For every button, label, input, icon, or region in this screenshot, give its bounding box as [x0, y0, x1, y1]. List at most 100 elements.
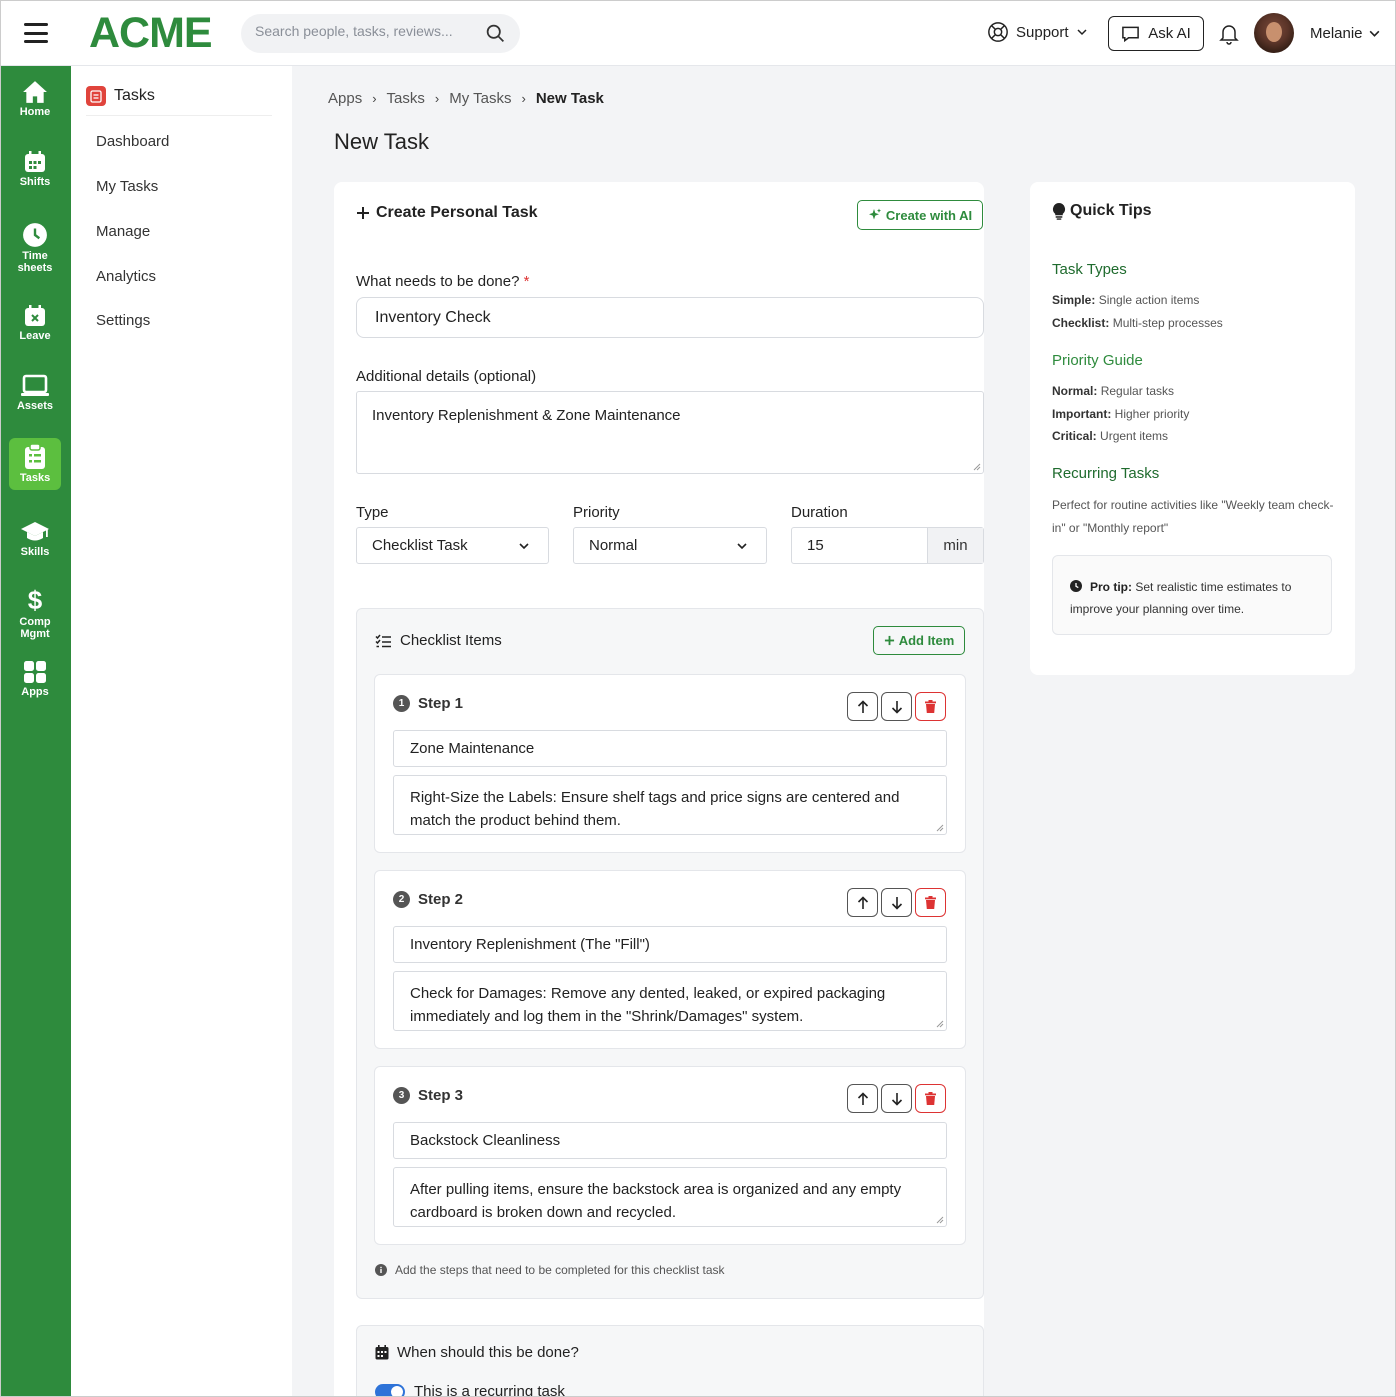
move-down-button[interactable] [881, 1084, 912, 1113]
resize-grip-icon[interactable] [973, 463, 981, 471]
subnav-item-analytics[interactable]: Analytics [96, 268, 156, 285]
rail-item-home[interactable]: Home [9, 80, 61, 118]
avatar[interactable] [1254, 13, 1294, 53]
search-box [241, 14, 520, 53]
rail-item-assets[interactable]: Assets [9, 374, 61, 412]
title-label: What needs to be done? * [356, 273, 529, 290]
arrow-up-icon [857, 699, 868, 713]
rail-item-skills[interactable]: Skills [9, 520, 61, 558]
user-menu[interactable]: Melanie [1310, 25, 1381, 42]
checklist-heading-text: Checklist Items [400, 632, 502, 649]
pro-tip-key: Pro tip: [1090, 580, 1132, 594]
subnav-item-dashboard[interactable]: Dashboard [96, 133, 169, 150]
tip-value: Urgent items [1100, 429, 1169, 443]
step-title-input[interactable]: Backstock Cleanliness [393, 1122, 947, 1159]
chevron-right-icon: › [372, 91, 377, 106]
menu-icon[interactable] [24, 23, 48, 43]
checklist-heading: Checklist Items [375, 632, 502, 649]
priority-select[interactable]: Normal [573, 527, 767, 564]
rail-label: Home [19, 106, 51, 118]
rail-item-comp-mgmt[interactable]: $ Comp Mgmt [9, 586, 61, 640]
checklist-step: 3 Step 3 Backstock Cleanliness After pul… [374, 1066, 966, 1245]
breadcrumb-my-tasks[interactable]: My Tasks [449, 90, 511, 107]
schedule-heading-text: When should this be done? [397, 1344, 579, 1361]
delete-step-button[interactable] [915, 1084, 946, 1113]
step-description-textarea[interactable]: Check for Damages: Remove any dented, le… [393, 971, 947, 1031]
breadcrumb-apps[interactable]: Apps [328, 90, 362, 107]
search-input[interactable] [255, 23, 475, 39]
details-text: Inventory Replenishment & Zone Maintenan… [372, 407, 681, 424]
lightbulb-icon [1053, 202, 1065, 220]
home-icon [23, 81, 47, 103]
subnav-header: Tasks [86, 76, 272, 116]
step-title-input[interactable]: Zone Maintenance [393, 730, 947, 767]
clock-icon [1070, 580, 1082, 592]
step-title-input[interactable]: Inventory Replenishment (The "Fill") [393, 926, 947, 963]
delete-step-button[interactable] [915, 888, 946, 917]
calendar-icon [25, 151, 45, 172]
laptop-icon [21, 374, 49, 396]
rail-item-leave[interactable]: Leave [9, 304, 61, 342]
step-label: Step 2 [418, 891, 464, 908]
calendar-x-icon [25, 305, 45, 326]
chevron-right-icon: › [434, 91, 440, 106]
subnav-item-settings[interactable]: Settings [96, 312, 150, 329]
tip-simple: Simple: Single action items [1052, 293, 1199, 307]
rail-item-tasks[interactable]: Tasks [9, 438, 61, 490]
page-title: New Task [334, 129, 429, 154]
create-with-ai-label: Create with AI [885, 207, 973, 223]
subnav-item-manage[interactable]: Manage [96, 223, 150, 240]
main-content: Apps › Tasks › My Tasks › New Task New T… [292, 66, 1395, 1396]
subnav-item-my-tasks[interactable]: My Tasks [96, 178, 158, 195]
rail-item-apps[interactable]: Apps [9, 660, 61, 698]
rail-label: Tasks [19, 472, 51, 484]
breadcrumb-tasks[interactable]: Tasks [387, 90, 425, 107]
move-up-button[interactable] [847, 888, 878, 917]
step-description-textarea[interactable]: After pulling items, ensure the backstoc… [393, 1167, 947, 1227]
support-menu[interactable]: Support [987, 21, 1088, 43]
search-icon[interactable] [485, 23, 506, 44]
tip-normal: Normal: Regular tasks [1052, 384, 1174, 398]
subnav-title: Tasks [114, 86, 155, 104]
tip-critical: Critical: Urgent items [1052, 429, 1168, 443]
ask-ai-button[interactable]: Ask AI [1108, 16, 1204, 51]
duration-input[interactable]: 15 [792, 528, 928, 563]
card-heading: Create Personal Task [356, 204, 538, 222]
delete-step-button[interactable] [915, 692, 946, 721]
move-up-button[interactable] [847, 1084, 878, 1113]
recurring-toggle[interactable] [375, 1383, 405, 1396]
tip-value: Higher priority [1114, 407, 1190, 421]
type-select[interactable]: Checklist Task [356, 527, 549, 564]
tip-checklist: Checklist: Multi-step processes [1052, 316, 1223, 330]
resize-grip-icon[interactable] [936, 824, 944, 832]
acme-logo[interactable]: ACME [89, 9, 213, 57]
resize-grip-icon[interactable] [936, 1216, 944, 1224]
add-item-button[interactable]: Add Item [873, 626, 965, 655]
move-down-button[interactable] [881, 888, 912, 917]
tip-key: Checklist: [1052, 316, 1110, 330]
breadcrumb-current: New Task [535, 90, 604, 107]
list-check-icon [375, 634, 391, 647]
step-label: Step 1 [418, 695, 464, 712]
trash-icon [925, 896, 936, 909]
step-description-text: Check for Damages: Remove any dented, le… [410, 985, 886, 1025]
details-textarea[interactable]: Inventory Replenishment & Zone Maintenan… [356, 391, 984, 474]
clock-icon [23, 223, 47, 247]
step-description-textarea[interactable]: Right-Size the Labels: Ensure shelf tags… [393, 775, 947, 835]
rail-label: Shifts [19, 176, 51, 188]
resize-grip-icon[interactable] [936, 1020, 944, 1028]
move-down-button[interactable] [881, 692, 912, 721]
chevron-down-icon [519, 543, 529, 550]
move-up-button[interactable] [847, 692, 878, 721]
create-with-ai-button[interactable]: Create with AI [857, 200, 983, 230]
svg-text:$: $ [28, 586, 43, 614]
task-title-input[interactable]: Inventory Check [356, 297, 984, 338]
step-number-badge: 3 [393, 1087, 410, 1104]
rail-item-shifts[interactable]: Shifts [9, 150, 61, 188]
arrow-down-icon [891, 700, 902, 714]
ask-ai-label: Ask AI [1148, 25, 1191, 42]
tips-priority-heading: Priority Guide [1052, 352, 1143, 369]
bell-icon[interactable] [1217, 21, 1241, 45]
rail-item-time-sheets[interactable]: Time sheets [9, 222, 61, 274]
arrow-down-icon [891, 1092, 902, 1106]
